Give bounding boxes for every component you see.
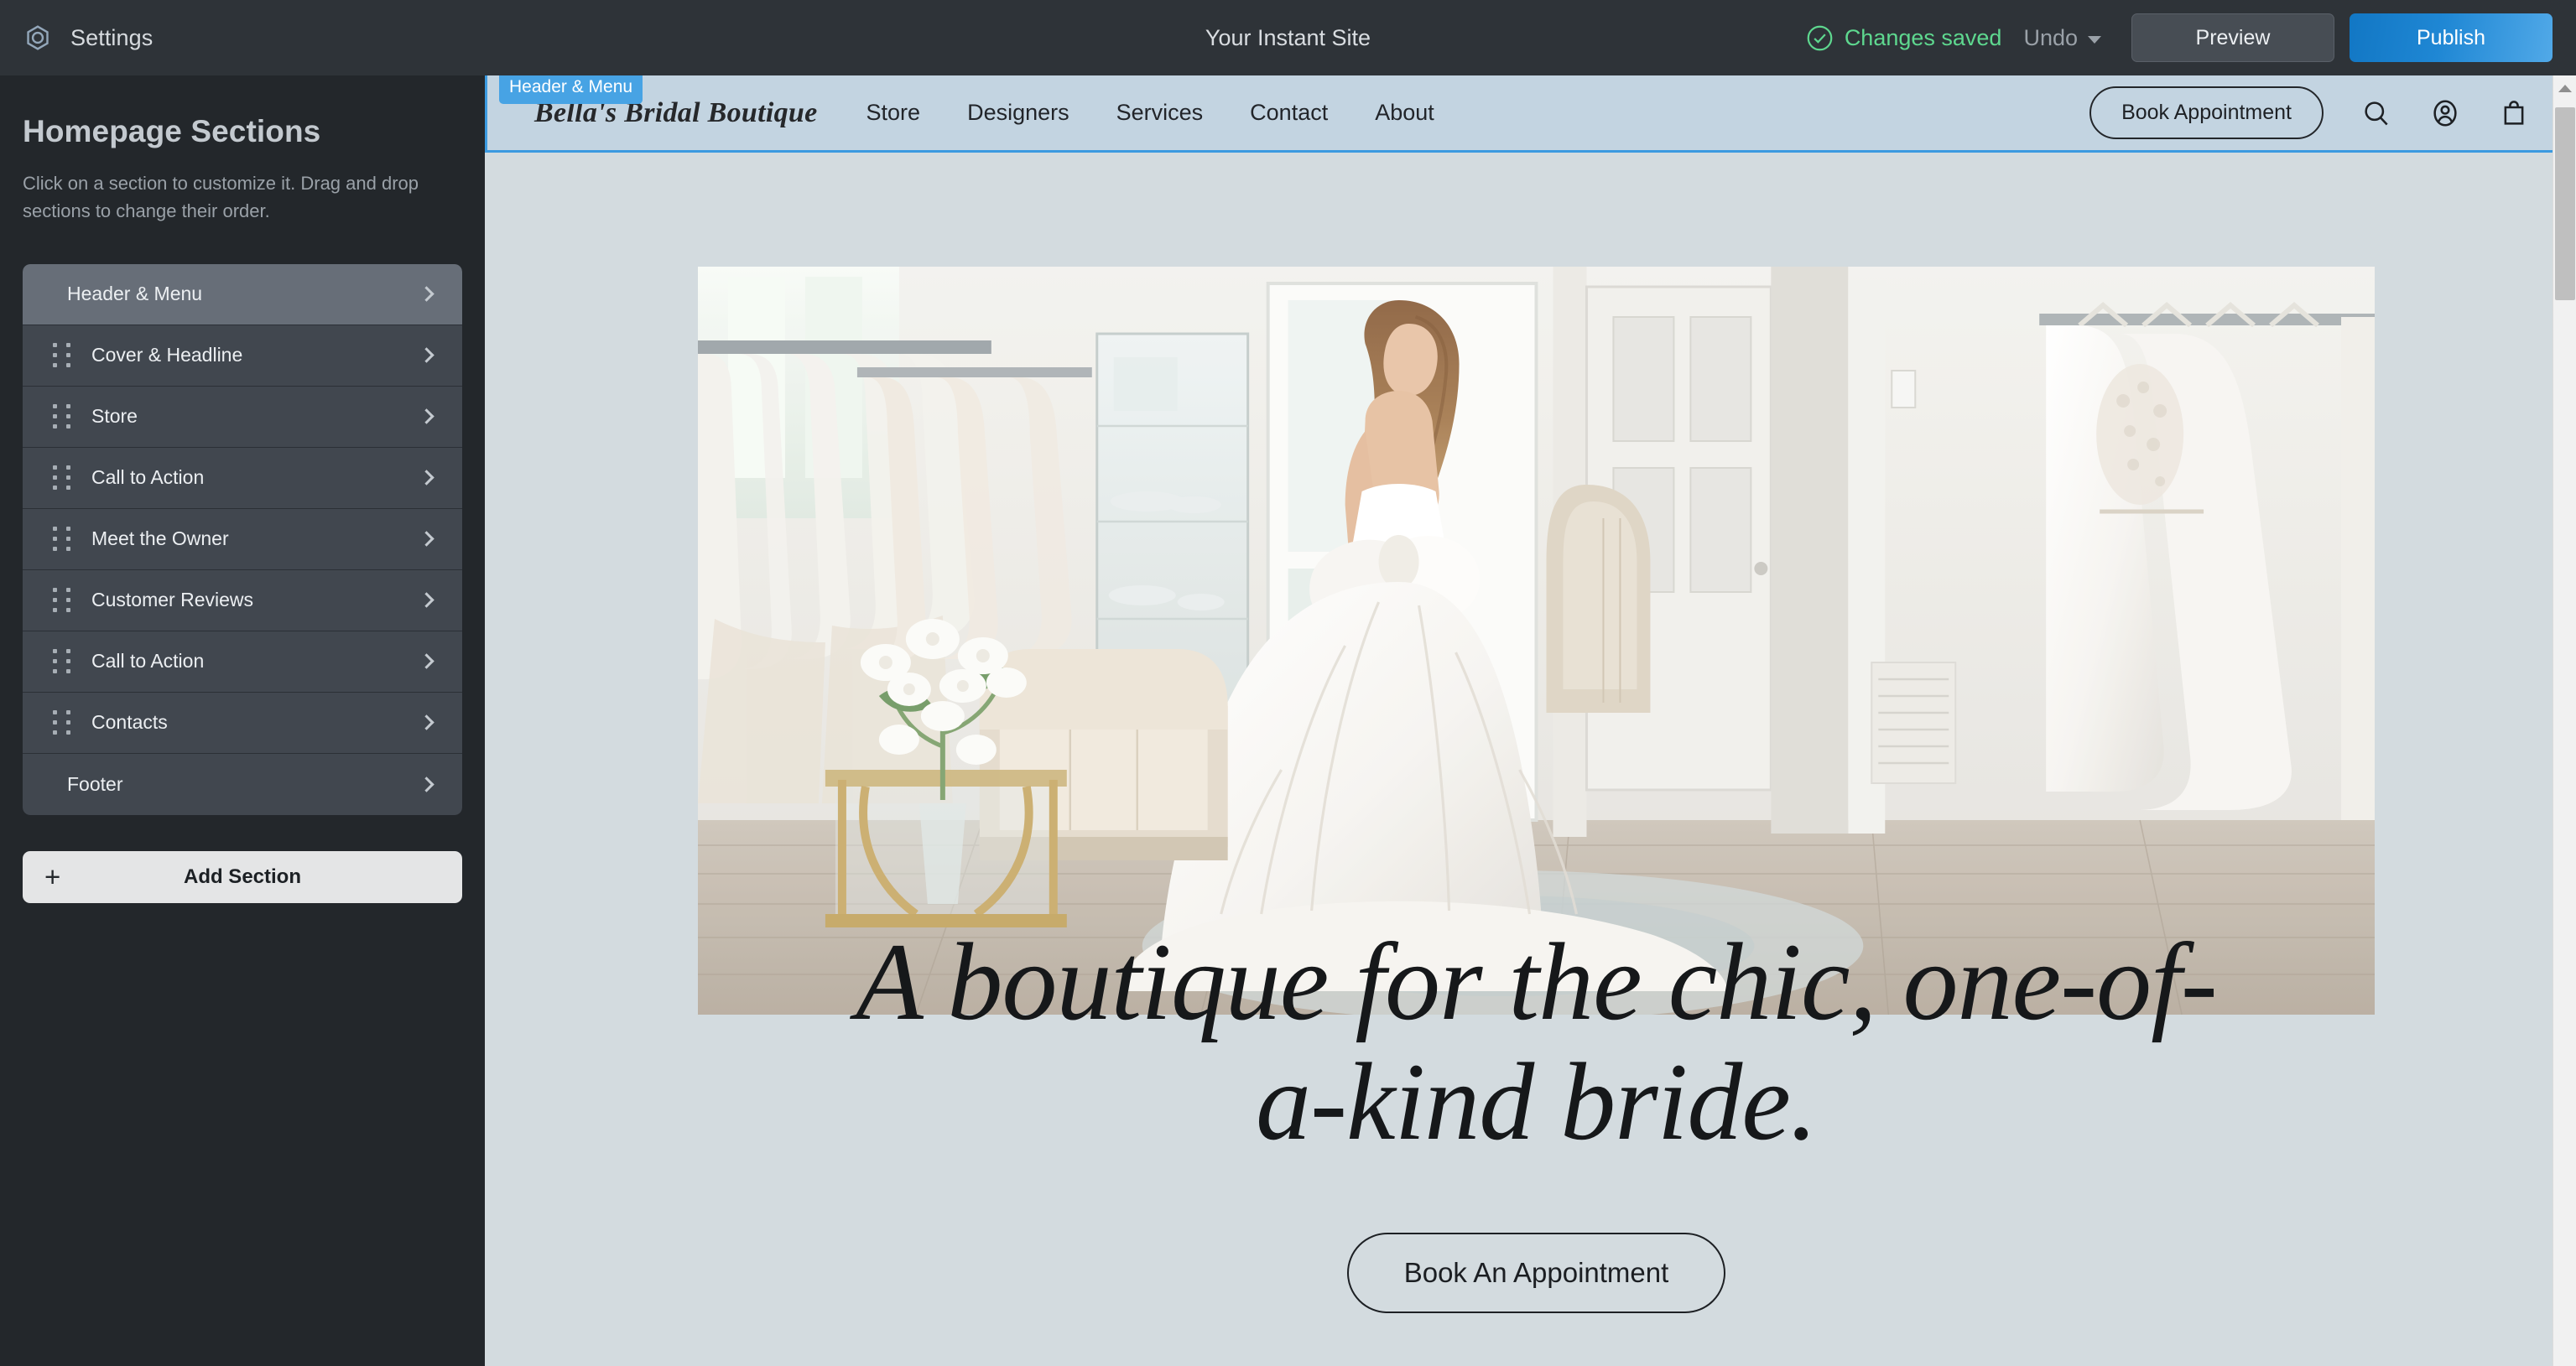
drag-handle-icon[interactable] (53, 342, 73, 368)
sidebar-section-label: Meet the Owner (91, 527, 229, 550)
sidebar-section-label: Cover & Headline (91, 344, 243, 366)
site-nav-item[interactable]: About (1375, 100, 1434, 126)
status-badge: Changes saved (1806, 24, 2002, 52)
chevron-right-icon[interactable] (419, 470, 435, 486)
sidebar-section-item[interactable]: Meet the Owner (23, 508, 462, 570)
chevron-right-icon[interactable] (419, 653, 435, 670)
canvas-scrollbar[interactable] (2553, 75, 2576, 1366)
hero-headline: A boutique for the chic, one-of- a-kind … (856, 920, 2218, 1163)
plus-icon: + (44, 861, 61, 893)
drag-handle-icon[interactable] (53, 648, 73, 674)
drag-handle-icon[interactable] (53, 465, 73, 491)
account-icon[interactable] (2429, 97, 2461, 129)
sidebar-section-label: Customer Reviews (91, 589, 253, 611)
sidebar-section-item[interactable]: Call to Action (23, 631, 462, 693)
book-appointment-hero-button[interactable]: Book An Appointment (1346, 1233, 1726, 1313)
sections-list: Header & Menu Cover & Headline Store Call t… (23, 263, 462, 815)
site-preview-canvas: Header & Menu Bella's Bridal Boutique St… (485, 75, 2576, 1366)
sidebar-section-item[interactable]: Cover & Headline (23, 325, 462, 387)
chevron-right-icon[interactable] (419, 408, 435, 425)
preview-button[interactable]: Preview (2131, 13, 2334, 62)
scrollbar-thumb[interactable] (2555, 107, 2575, 300)
scroll-up-arrow-icon[interactable] (2553, 75, 2576, 101)
app-toolbar-actions: Changes saved Undo Preview Publish (1806, 13, 2553, 62)
hero-cta-wrap: Book An Appointment (698, 1233, 2375, 1313)
sidebar-section-item[interactable]: Header & Menu (23, 263, 462, 325)
saved-status-text: Changes saved (1844, 24, 2002, 50)
app-toolbar: Settings Your Instant Site Changes saved… (0, 0, 2576, 75)
drag-handle-icon[interactable] (53, 403, 73, 429)
sidebar-section-label: Footer (67, 772, 123, 795)
publish-button[interactable]: Publish (2350, 13, 2553, 62)
sidebar-section-item[interactable]: Customer Reviews (23, 569, 462, 631)
chevron-right-icon[interactable] (419, 592, 435, 609)
add-section-label: Add Section (183, 865, 301, 888)
sidebar-section-label: Header & Menu (67, 283, 203, 305)
selected-section-badge: Header & Menu (499, 75, 643, 104)
undo-button[interactable]: Undo (2023, 25, 2101, 51)
chevron-right-icon[interactable] (419, 714, 435, 731)
sidebar-title: Homepage Sections (23, 114, 321, 148)
sidebar: Homepage Sections Click on a section to … (0, 75, 485, 1366)
site-nav-item[interactable]: Store (866, 100, 921, 126)
sidebar-section-label: Call to Action (91, 650, 205, 673)
sidebar-description: Click on a section to customize it. Drag… (23, 173, 419, 222)
book-appointment-header-button[interactable]: Book Appointment (2089, 86, 2324, 139)
chevron-down-icon[interactable] (2088, 36, 2101, 44)
check-circle-icon (1806, 24, 1834, 52)
sidebar-section-label: Store (91, 405, 138, 428)
add-section-button[interactable]: + Add Section (23, 850, 462, 903)
sidebar-section-item[interactable]: Contacts (23, 692, 462, 754)
site-nav-item[interactable]: Contact (1250, 100, 1328, 126)
drag-handle-icon[interactable] (53, 709, 73, 735)
chevron-right-icon[interactable] (419, 286, 435, 303)
site-header-actions: Book Appointment (2089, 86, 2530, 139)
drag-handle-icon[interactable] (53, 587, 73, 613)
site-header-section[interactable]: Header & Menu Bella's Bridal Boutique St… (485, 75, 2576, 153)
sidebar-section-item[interactable]: Call to Action (23, 447, 462, 509)
drag-handle-icon[interactable] (53, 526, 73, 552)
site-nav-item[interactable]: Designers (967, 100, 1069, 126)
sidebar-section-item[interactable]: Store (23, 386, 462, 448)
sidebar-section-label: Contacts (91, 711, 168, 734)
search-icon[interactable] (2360, 97, 2392, 129)
shopping-bag-icon[interactable] (2498, 97, 2530, 129)
chevron-right-icon[interactable] (419, 347, 435, 364)
site-nav-item[interactable]: Services (1116, 100, 1204, 126)
sidebar-section-label: Call to Action (91, 466, 205, 489)
sidebar-section-item[interactable]: Footer (23, 753, 462, 815)
site-nav: Store Designers Services Contact About (866, 100, 1434, 126)
chevron-right-icon[interactable] (419, 776, 435, 792)
undo-label: Undo (2023, 24, 2078, 50)
hero-image (698, 267, 2375, 1015)
chevron-right-icon[interactable] (419, 531, 435, 548)
